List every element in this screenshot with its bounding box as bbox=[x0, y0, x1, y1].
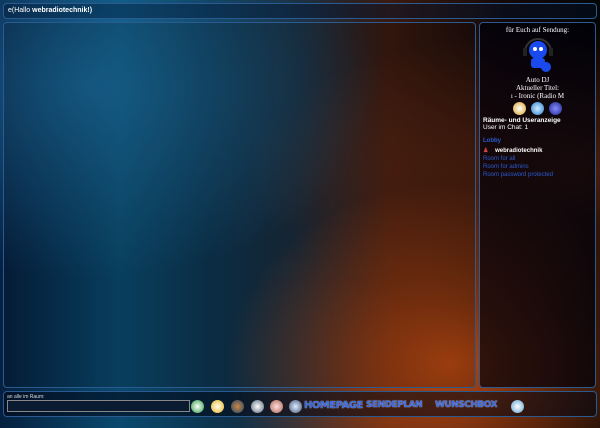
wunschbox-link[interactable]: WUNSCHBOX bbox=[435, 400, 498, 410]
input-bar: an alle im Raum: HOMEPAGE SENDEPLAN WUNS… bbox=[3, 391, 597, 417]
username: webradiotechnik!) bbox=[32, 7, 93, 14]
users-count: User im Chat: 1 bbox=[483, 124, 529, 131]
current-title: ı - Ironic (Radio M bbox=[510, 92, 565, 100]
room-protected[interactable]: Room password protected bbox=[480, 172, 595, 178]
dj-name: Auto DJ bbox=[525, 76, 550, 84]
rooms-heading: Räume- und Useranzeige bbox=[483, 117, 561, 124]
on-air-label: für Euch auf Sendung: bbox=[505, 26, 570, 34]
chat-area bbox=[3, 22, 476, 388]
sound-icon[interactable] bbox=[289, 400, 302, 413]
sendeplan-link[interactable]: SENDEPLAN bbox=[366, 400, 423, 410]
current-title-label: Aktueller Titel: bbox=[516, 84, 559, 92]
room-lobby[interactable]: Lobby bbox=[480, 138, 595, 144]
room-admins[interactable]: Room for admins bbox=[480, 164, 595, 170]
lobby-user[interactable]: webradiotechnik bbox=[495, 148, 542, 154]
room-all[interactable]: Room for all bbox=[480, 156, 595, 162]
homepage-link[interactable]: HOMEPAGE bbox=[304, 400, 363, 411]
settings-icon[interactable] bbox=[251, 400, 264, 413]
user-icon: ♟ bbox=[483, 148, 489, 154]
header-bar: e(Hallo webradiotechnik!) bbox=[3, 3, 597, 19]
tools-icon[interactable] bbox=[511, 400, 524, 413]
smiley-icon[interactable] bbox=[211, 400, 224, 413]
send-check-icon[interactable] bbox=[191, 400, 204, 413]
logout-door-icon[interactable] bbox=[270, 400, 283, 413]
play-icon[interactable] bbox=[531, 102, 544, 115]
greeting-prefix: e(Hallo bbox=[8, 7, 33, 14]
color-icon[interactable] bbox=[231, 400, 244, 413]
dj-robot-icon bbox=[522, 38, 553, 72]
message-input[interactable] bbox=[7, 400, 190, 412]
real-player-icon[interactable] bbox=[549, 102, 562, 115]
edit-icon[interactable] bbox=[513, 102, 526, 115]
sidebar: für Euch auf Sendung: Auto DJ Aktueller … bbox=[479, 22, 596, 388]
